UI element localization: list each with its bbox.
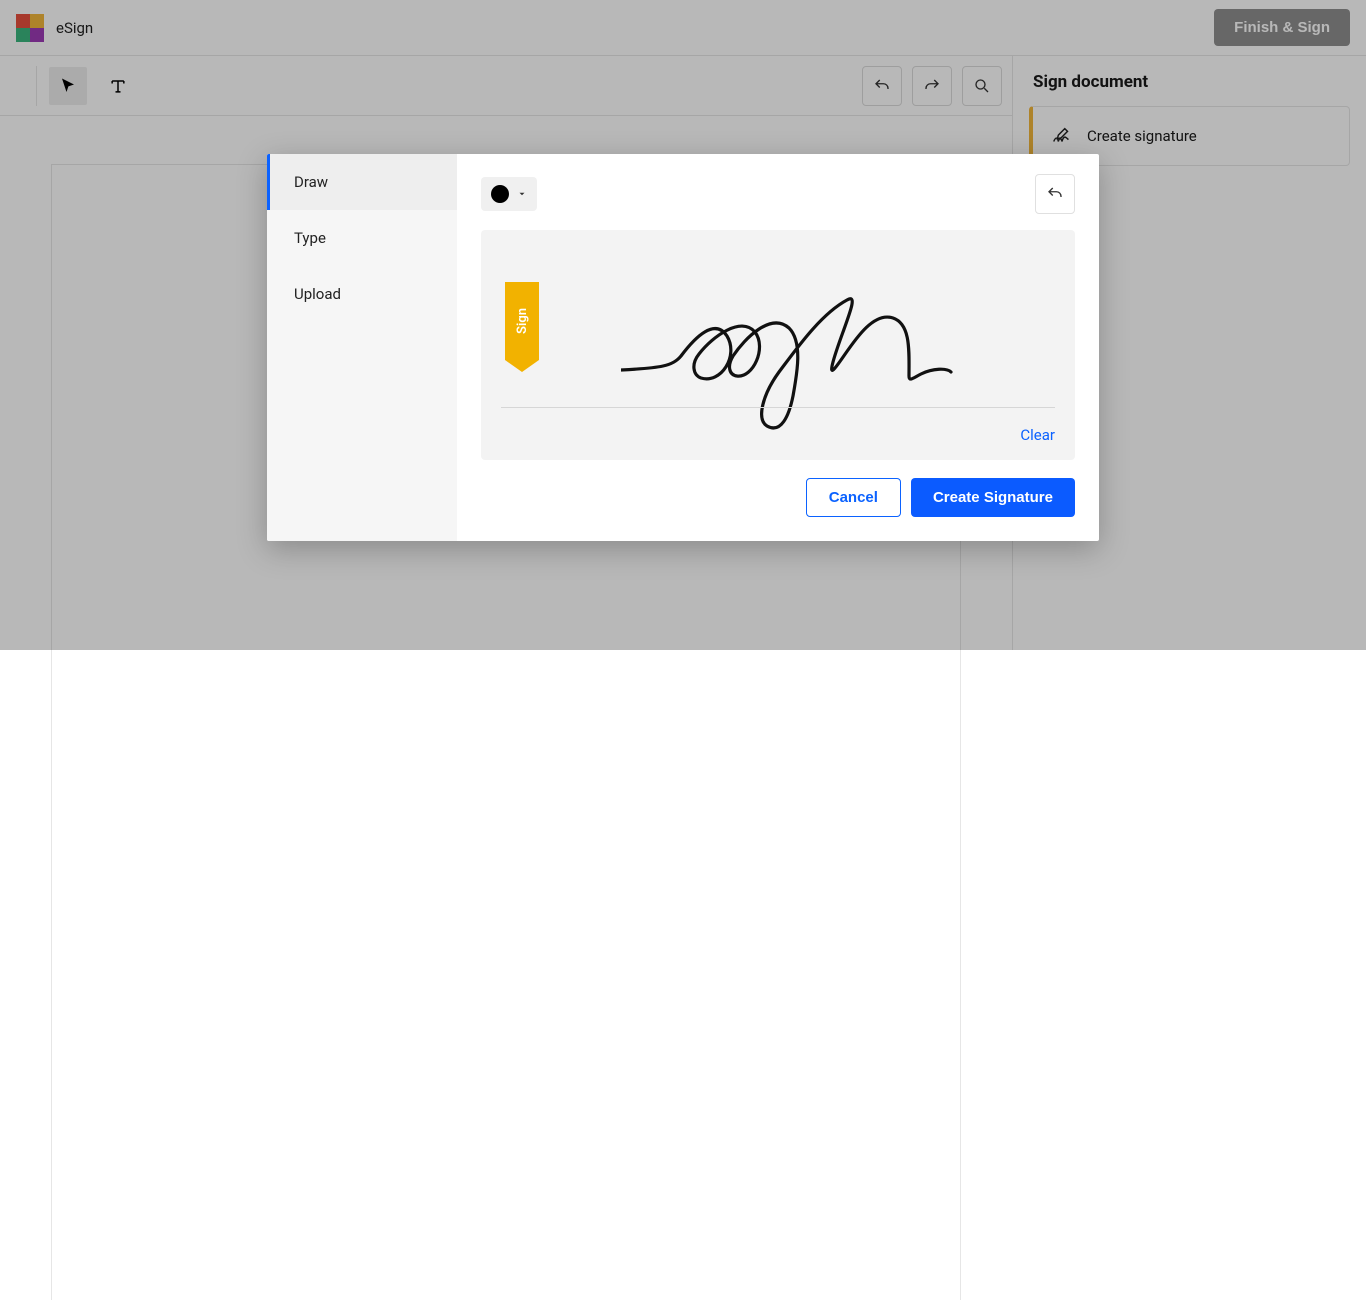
undo-icon bbox=[1046, 185, 1064, 203]
modal-tab-upload[interactable]: Upload bbox=[267, 266, 457, 322]
clear-signature-link[interactable]: Clear bbox=[501, 416, 1055, 444]
color-picker[interactable] bbox=[481, 177, 537, 211]
modal-top-row bbox=[481, 174, 1075, 214]
cancel-button[interactable]: Cancel bbox=[806, 478, 901, 517]
modal-tab-draw[interactable]: Draw bbox=[267, 154, 457, 210]
signature-canvas[interactable]: Sign Clear bbox=[481, 230, 1075, 460]
modal-overlay: Draw Type Upload Sign bbox=[0, 0, 1366, 650]
signature-line-wrap bbox=[501, 258, 1055, 408]
modal-tab-type[interactable]: Type bbox=[267, 210, 457, 266]
chevron-down-icon bbox=[517, 189, 527, 199]
modal-actions: Cancel Create Signature bbox=[481, 478, 1075, 517]
modal-main: Sign Clear Cancel Create Signature bbox=[457, 154, 1099, 541]
color-dot-icon bbox=[491, 185, 509, 203]
signature-drawing bbox=[621, 266, 981, 436]
signature-modal: Draw Type Upload Sign bbox=[267, 154, 1099, 541]
signature-baseline bbox=[501, 407, 1055, 408]
create-signature-button[interactable]: Create Signature bbox=[911, 478, 1075, 517]
modal-sidebar: Draw Type Upload bbox=[267, 154, 457, 541]
modal-undo-button[interactable] bbox=[1035, 174, 1075, 214]
